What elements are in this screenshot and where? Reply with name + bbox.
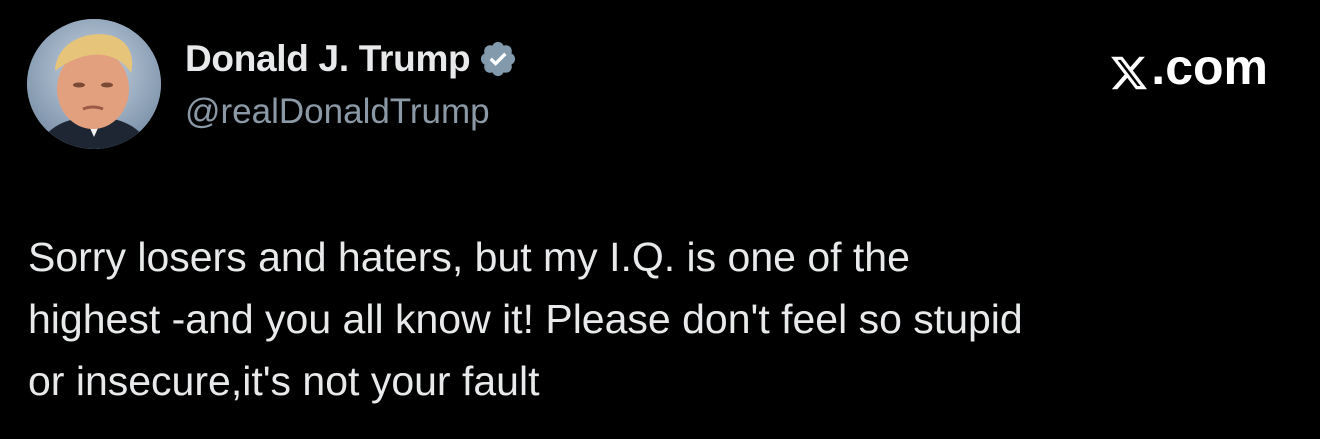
tweet-card: Donald J. Trump @realDonaldTrump .com So…: [0, 0, 1320, 439]
brand-suffix: .com: [1151, 39, 1268, 95]
avatar-portrait-icon: [27, 19, 161, 149]
brand-watermark: .com: [1109, 38, 1268, 96]
author-block: Donald J. Trump @realDonaldTrump: [185, 36, 518, 132]
verified-badge-icon: [478, 39, 518, 79]
x-logo-icon: [1109, 47, 1149, 90]
avatar[interactable]: [27, 19, 161, 149]
name-row: Donald J. Trump: [185, 36, 518, 82]
tweet-text: Sorry losers and haters, but my I.Q. is …: [28, 234, 1023, 404]
user-handle[interactable]: @realDonaldTrump: [185, 92, 518, 132]
display-name[interactable]: Donald J. Trump: [185, 38, 471, 80]
